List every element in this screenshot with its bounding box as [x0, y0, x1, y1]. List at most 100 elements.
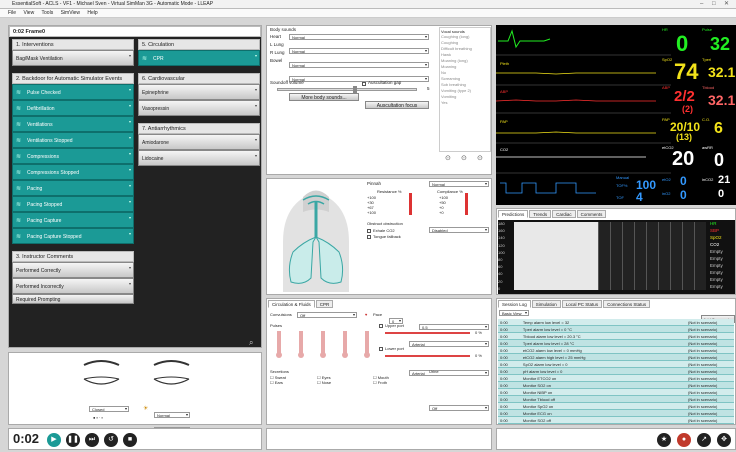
circulation-header: 5. Circulation [138, 39, 260, 50]
upper-port-slider[interactable] [385, 332, 470, 334]
obstruction-select[interactable]: Disabled [429, 227, 489, 233]
l-lung-select[interactable]: Normal [289, 48, 429, 54]
resistance-bar[interactable] [409, 193, 412, 215]
eye-blink-controls[interactable]: ● ▪ · ▪ [93, 415, 103, 420]
compliance-bar[interactable] [465, 193, 468, 215]
tof-count-label: TOF [616, 195, 624, 200]
log-row: 0:00 Tperi alarm low level = 28 °C (Not i… [498, 340, 734, 347]
tab-cardiac[interactable]: Cardiac [552, 210, 576, 218]
cardiovascular-header: 6. Cardiovascular [138, 73, 260, 84]
event-cpr[interactable]: CPR▾ [138, 50, 260, 67]
event-defibrillation[interactable]: Defibrillation▾ [12, 100, 134, 117]
tab-circulation-fluids[interactable]: Circulation & Fluids [268, 300, 315, 308]
event-pulse-checked[interactable]: Pulse Checked▾ [12, 84, 134, 101]
menu-file[interactable]: File [8, 10, 16, 16]
airway-panel: Pinnah Normal Resistance % Compliance % … [266, 178, 492, 295]
skip-button[interactable]: ⏭ [85, 433, 99, 447]
eyes-illustration [83, 360, 190, 385]
convulsions-select[interactable]: Off [297, 312, 357, 318]
pinnah-select[interactable]: Normal [429, 181, 489, 187]
event-required-prompting[interactable]: Required Prompting [12, 294, 134, 304]
bowel-select[interactable]: Normal [289, 76, 429, 82]
urine-select[interactable]: Off [429, 405, 489, 411]
event-lidocaine[interactable]: Lidocaine ▾ [138, 150, 260, 166]
ausc-gap-checkbox[interactable] [362, 82, 366, 86]
tab-connections-status[interactable]: Connections Status [603, 300, 651, 308]
r-lung-select[interactable]: Normal [289, 62, 429, 68]
upper-port-checkbox[interactable] [379, 324, 383, 328]
log-row: 0:00 etCO2 alarm high level = 25 mmHg (No… [498, 354, 734, 361]
event-vasopressin[interactable]: Vasopressin ▾ [138, 100, 260, 116]
lower-port-select[interactable]: Arterial [409, 370, 489, 376]
secretions-col2: ☐ Eyes ☐ Nose [317, 375, 331, 385]
pleth-label: Pleth [500, 61, 510, 66]
event-performed-incorrectly[interactable]: Performed Incorrectly ▾ [12, 278, 134, 294]
tab-comments[interactable]: Comments [576, 210, 607, 218]
search-icon[interactable]: ⌕ [249, 338, 253, 348]
lower-port-slider[interactable] [385, 355, 470, 357]
volume-slider-thumb[interactable] [353, 86, 357, 93]
share-icon[interactable]: ↗ [697, 433, 711, 447]
event-compressions-stopped[interactable]: Compressions Stopped▾ [12, 164, 134, 181]
event-ventilations[interactable]: Ventilations▾ [12, 116, 134, 133]
reset-button[interactable]: ↺ [104, 433, 118, 447]
upper-port-select[interactable]: Arterial [409, 341, 489, 347]
tab-trends[interactable]: Trends [529, 210, 552, 218]
tongue-fallback-checkbox[interactable] [367, 235, 371, 239]
bowel-label: Bowel [270, 58, 283, 63]
vocal-item[interactable]: Yes [441, 100, 489, 106]
event-pacing-capture-stopped[interactable]: Pacing Capture Stopped▾ [12, 228, 134, 245]
event-compressions[interactable]: Compressions▾ [12, 148, 134, 165]
menu-simview[interactable]: SimView [61, 10, 80, 16]
minimize-icon[interactable]: – [700, 0, 703, 9]
event-pacing-capture[interactable]: Pacing Capture▾ [12, 212, 134, 229]
maximize-icon[interactable]: □ [712, 0, 716, 9]
play-button[interactable]: ▶ [47, 433, 61, 447]
heart-select[interactable]: Normal [289, 34, 429, 40]
pause-button[interactable]: ❚❚ [66, 433, 80, 447]
play-sound-icon[interactable]: ⊙ [461, 154, 467, 162]
exhale-co2-checkbox[interactable] [367, 229, 371, 233]
event-pacing[interactable]: Pacing▾ [12, 180, 134, 197]
secretion-froth[interactable]: ☐ Froth [373, 380, 389, 385]
more-body-sounds-button[interactable]: More body sounds... [289, 93, 359, 101]
y-tick: 140 [498, 235, 505, 241]
tab-cpr[interactable]: CPR [315, 300, 334, 308]
log-filter-select[interactable]: Basic View [499, 310, 529, 316]
menu-tools[interactable]: Tools [42, 10, 54, 16]
y-tick: 160 [498, 228, 505, 234]
y-tick: 80 [498, 257, 503, 263]
move-icon[interactable]: ✥ [717, 433, 731, 447]
legend-item: Empty [710, 270, 723, 275]
close-icon[interactable]: ✕ [724, 0, 729, 9]
tab-simulation[interactable]: Simulation [531, 300, 561, 308]
vocal-sounds-list: Vocal sounds Coughing (long) Coughing Di… [439, 27, 491, 152]
menu-help[interactable]: Help [87, 10, 97, 16]
event-epinephrine[interactable]: Epinephrine ▾ [138, 84, 260, 100]
event-ventilations-stopped[interactable]: Ventilations Stopped▾ [12, 132, 134, 149]
tab-local-pc-status[interactable]: Local PC Status [561, 300, 603, 308]
legend-item: Empty [710, 263, 723, 268]
right-eye-select[interactable]: Normal [154, 412, 190, 418]
stop-button[interactable]: ■ [123, 433, 137, 447]
left-eye-select[interactable]: Closed [89, 406, 129, 412]
star-icon[interactable]: ★ [657, 433, 671, 447]
secretion-ears[interactable]: ☐ Ears [270, 380, 286, 385]
event-pacing-stopped[interactable]: Pacing Stopped▾ [12, 196, 134, 213]
stop-sound-icon[interactable]: ⊙ [445, 154, 451, 162]
event-performed-correctly[interactable]: Performed Correctly ▾ [12, 262, 134, 278]
volume-slider[interactable] [277, 88, 417, 91]
pulses-label: Pulses [270, 323, 283, 328]
tab-predictions[interactable]: Predictions [498, 210, 529, 218]
auscultation-focus-button[interactable]: Auscultation focus [365, 101, 429, 109]
tab-session-log[interactable]: Session Log [498, 300, 531, 308]
heart-label: Heart [270, 34, 282, 39]
event-amiodarone[interactable]: Amiodarone ▾ [138, 134, 260, 150]
menu-view[interactable]: View [23, 10, 34, 16]
secretion-nose[interactable]: ☐ Nose [317, 380, 331, 385]
event-bag-mask[interactable]: Bag/Mask Ventilation ▾ [12, 50, 134, 66]
session-log-panel: Session Log Simulation Local PC Status Conn… [496, 298, 736, 425]
lower-port-checkbox[interactable] [379, 347, 383, 351]
repeat-sound-icon[interactable]: ⊙ [477, 154, 483, 162]
record-icon[interactable]: ● [677, 433, 691, 447]
